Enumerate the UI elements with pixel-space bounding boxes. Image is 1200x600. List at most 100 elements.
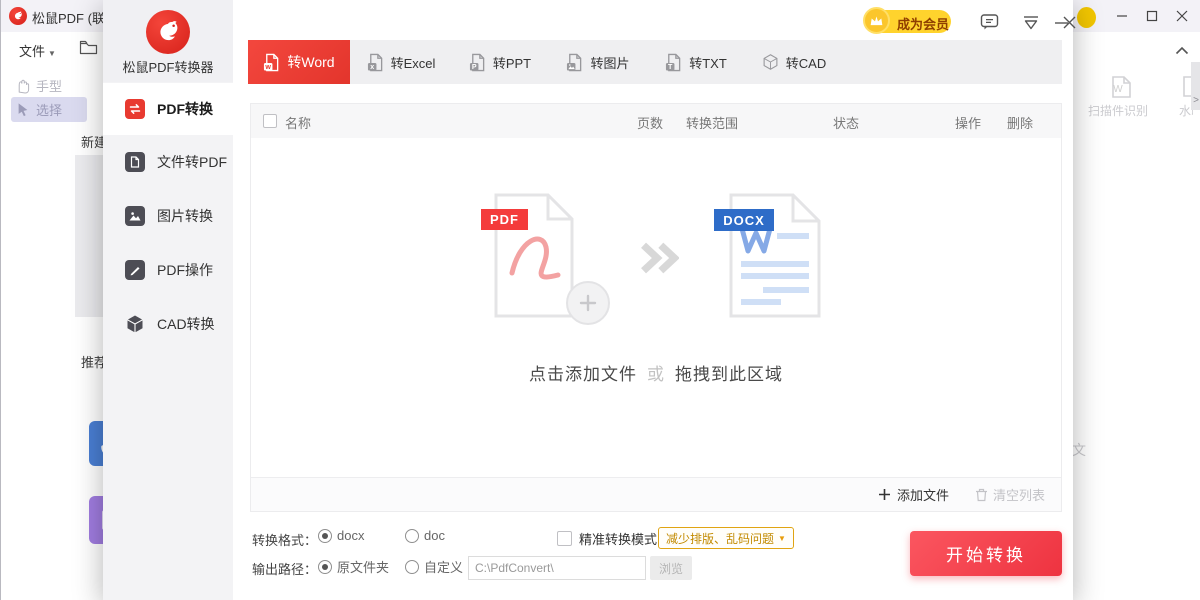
- sidebar-item-file-to-pdf[interactable]: 文件转PDF: [103, 136, 233, 188]
- chevron-down-icon: ▼: [778, 534, 786, 543]
- file-list-table: 名称 页数 转换范围 状态 操作 删除 PDF DOCX 点击添加文件或拖拽到此…: [250, 103, 1062, 512]
- svg-text:P: P: [472, 63, 477, 71]
- bg-maximize-button[interactable]: [1139, 4, 1165, 28]
- radio-doc[interactable]: doc: [405, 528, 445, 543]
- start-convert-button[interactable]: 开始转换: [910, 531, 1062, 576]
- scan-ocr-label[interactable]: 扫描件识别: [1088, 102, 1164, 119]
- tab-label: 转Word: [287, 52, 334, 72]
- crown-icon: [863, 7, 890, 34]
- trash-icon: [975, 488, 988, 502]
- sidebar-item-cad-convert[interactable]: CAD转换: [103, 298, 233, 350]
- bg-minimize-button[interactable]: [1109, 4, 1135, 28]
- tab-to-ppt[interactable]: P 转PPT: [452, 40, 548, 84]
- bg-partial-text: 文: [1072, 440, 1086, 460]
- radio-dot: [318, 560, 332, 574]
- plus-icon: [878, 488, 891, 501]
- select-tool-label: 选择: [36, 100, 62, 119]
- radio-custom-folder[interactable]: 自定义: [405, 557, 463, 576]
- col-delete: 删除: [990, 113, 1050, 132]
- col-action: 操作: [938, 113, 998, 132]
- hint-or-text: 或: [647, 365, 665, 384]
- add-file-plus-icon[interactable]: [566, 281, 610, 325]
- tab-label: 转PPT: [493, 53, 531, 72]
- output-path-input[interactable]: [468, 556, 646, 580]
- convert-tabstrip: w 转Word x 转Excel P 转PPT 转图片 T 转TXT 转CAD: [248, 40, 1062, 84]
- radio-custom-label: 自定义: [424, 557, 463, 576]
- hint-drag-text: 拖拽到此区域: [675, 365, 783, 384]
- tab-to-image[interactable]: 转图片: [548, 40, 648, 84]
- more-arrow: >: [1193, 95, 1199, 106]
- sidebar-item-image-convert[interactable]: 图片转换: [103, 190, 233, 242]
- chevron-down-icon: ▼: [48, 49, 56, 58]
- become-member-label: 成为会员: [897, 14, 949, 33]
- precise-badge-label: 减少排版、乱码问题: [666, 530, 774, 547]
- bg-close-button[interactable]: [1169, 4, 1195, 28]
- sidebar-item-label: PDF操作: [157, 260, 213, 280]
- table-header: 名称 页数 转换范围 状态 操作 删除: [251, 104, 1061, 138]
- app-logo-icon: [146, 10, 190, 54]
- cursor-icon: [16, 102, 30, 117]
- radio-docx[interactable]: docx: [318, 528, 364, 543]
- app-name: 松鼠PDF转换器: [103, 57, 233, 76]
- select-all-checkbox[interactable]: [263, 114, 277, 128]
- cube-icon: [762, 53, 779, 71]
- bg-member-crown-icon[interactable]: [1077, 7, 1096, 28]
- minimize-to-tray-icon[interactable]: [1021, 12, 1041, 32]
- dropzone-hint[interactable]: 点击添加文件或拖拽到此区域: [251, 360, 1061, 385]
- radio-doc-label: doc: [424, 528, 445, 543]
- file-menu[interactable]: 文件▼: [19, 41, 56, 60]
- browse-button[interactable]: 浏览: [650, 556, 692, 580]
- pdf-convert-icon: [125, 99, 145, 119]
- tab-to-txt[interactable]: T 转TXT: [648, 40, 744, 84]
- word-doc-icon: w: [263, 53, 280, 72]
- clear-list-label: 清空列表: [993, 485, 1045, 504]
- photo-icon: [566, 53, 583, 72]
- svg-text:W: W: [1113, 84, 1123, 95]
- tab-to-cad[interactable]: 转CAD: [744, 40, 844, 84]
- tab-label: 转CAD: [786, 53, 826, 72]
- format-label: 转换格式：: [252, 530, 317, 549]
- open-folder-icon[interactable]: [79, 39, 98, 61]
- pdf-ops-icon: [125, 260, 145, 280]
- radio-dot: [318, 529, 332, 543]
- file-to-pdf-icon: [125, 152, 145, 172]
- dialog-close-button[interactable]: [1059, 12, 1079, 32]
- svg-text:w: w: [265, 63, 272, 71]
- col-range: 转换范围: [662, 113, 762, 132]
- dialog-sidebar: 松鼠PDF转换器 PDF转换 文件转PDF 图片转换 PDF操作 CAD转换: [103, 0, 233, 600]
- svg-text:T: T: [668, 63, 673, 71]
- image-convert-icon: [125, 206, 145, 226]
- add-file-button[interactable]: 添加文件: [878, 485, 949, 504]
- svg-text:x: x: [370, 63, 374, 71]
- clear-list-button[interactable]: 清空列表: [975, 485, 1045, 504]
- cad-convert-icon: [125, 314, 145, 334]
- collapse-ribbon-icon[interactable]: [1175, 42, 1189, 60]
- tab-to-excel[interactable]: x 转Excel: [350, 40, 452, 84]
- sidebar-item-pdf-convert[interactable]: PDF转换: [103, 83, 233, 135]
- squirrel-logo-icon: [9, 7, 27, 25]
- checkbox-box[interactable]: [557, 531, 572, 546]
- add-file-label: 添加文件: [897, 485, 949, 504]
- sidebar-item-label: CAD转换: [157, 314, 215, 334]
- radio-dot: [405, 529, 419, 543]
- become-member-button[interactable]: 成为会员: [869, 10, 951, 33]
- list-toolbar: 添加文件 清空列表: [251, 477, 1061, 511]
- select-tool[interactable]: 选择: [11, 97, 87, 122]
- radio-source-folder[interactable]: 原文件夹: [318, 557, 389, 576]
- sidebar-item-pdf-ops[interactable]: PDF操作: [103, 244, 233, 296]
- toolbar-scroll-strip[interactable]: >: [1191, 62, 1200, 110]
- sidebar-item-label: 文件转PDF: [157, 152, 227, 172]
- tab-to-word[interactable]: w 转Word: [248, 40, 350, 84]
- feedback-icon[interactable]: [979, 12, 999, 32]
- precise-mode-checkbox[interactable]: 精准转换模式: [557, 529, 657, 548]
- hint-click-text[interactable]: 点击添加文件: [529, 365, 637, 384]
- col-status: 状态: [816, 113, 876, 132]
- output-path-label: 输出路径：: [252, 559, 317, 578]
- docx-badge: DOCX: [714, 209, 774, 231]
- precise-mode-dropdown[interactable]: 减少排版、乱码问题 ▼: [658, 527, 794, 549]
- converter-dialog: 松鼠PDF转换器 PDF转换 文件转PDF 图片转换 PDF操作 CAD转换 成…: [103, 0, 1073, 600]
- precise-mode-label: 精准转换模式: [579, 529, 657, 548]
- sidebar-item-label: 图片转换: [157, 206, 213, 226]
- radio-docx-label: docx: [337, 528, 364, 543]
- hand-tool[interactable]: 手型: [15, 76, 62, 95]
